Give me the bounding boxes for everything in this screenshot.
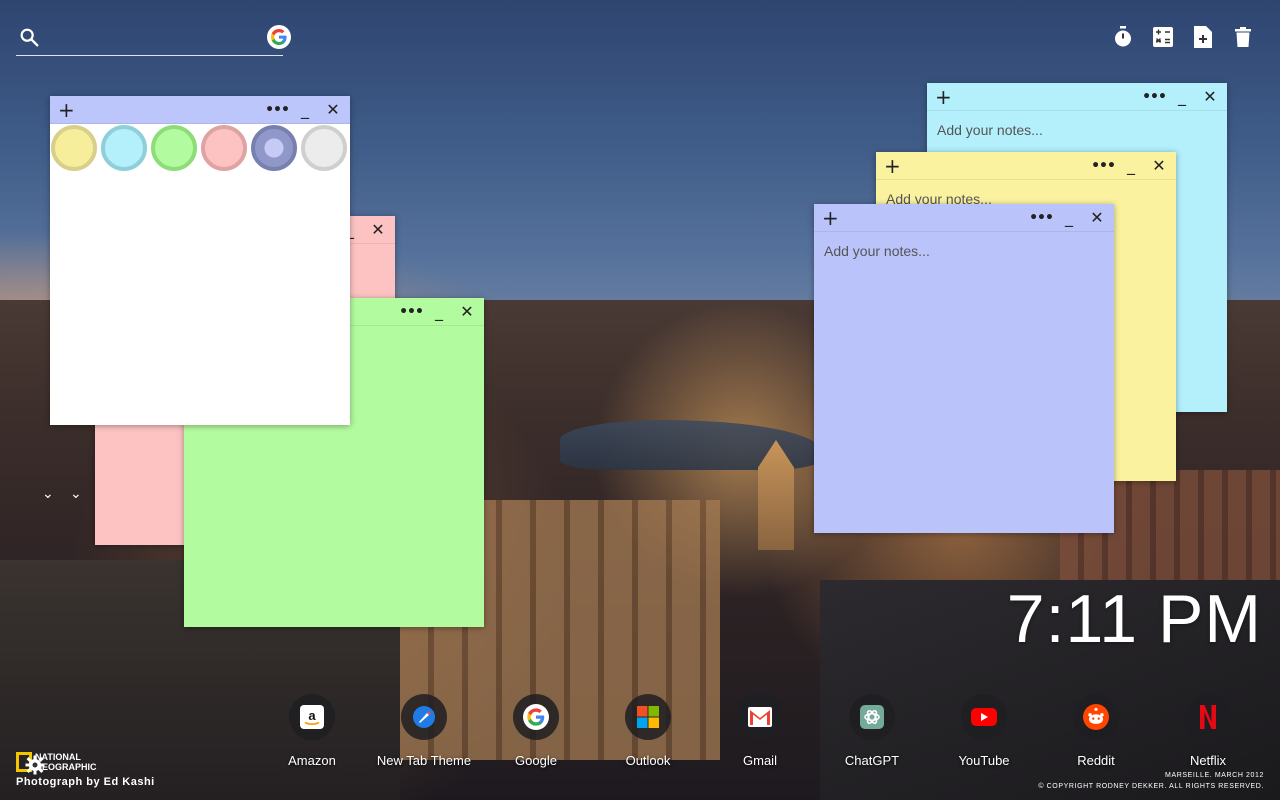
svg-text:a: a	[308, 708, 316, 723]
note-menu-button[interactable]: •••	[399, 302, 424, 322]
shortcut-label: YouTube	[958, 753, 1010, 768]
minimize-button[interactable]: _	[428, 302, 450, 322]
photo-location: MARSEILLE. MARCH 2012 © COPYRIGHT RODNEY…	[1038, 770, 1264, 792]
clock: 7:11 PM	[1006, 581, 1262, 657]
color-swatch-green[interactable]	[151, 125, 197, 171]
sticky-note-white[interactable]: + ••• _ ✕	[50, 96, 350, 425]
shortcut-label: Reddit	[1077, 753, 1115, 768]
timer-icon[interactable]	[1112, 25, 1134, 49]
settings-gear-icon[interactable]	[25, 755, 45, 775]
shortcut-label: Google	[515, 753, 557, 768]
shortcut-chatgpt[interactable]: ChatGPT	[816, 694, 928, 768]
add-note-button[interactable]: +	[884, 156, 901, 176]
copyright-text: © COPYRIGHT RODNEY DEKKER. ALL RIGHTS RE…	[1038, 783, 1264, 790]
google-icon	[513, 694, 559, 740]
search-icon[interactable]	[18, 26, 40, 48]
shortcut-outlook[interactable]: Outlook	[592, 694, 704, 768]
shortcut-gmail[interactable]: Gmail	[704, 694, 816, 768]
add-note-button[interactable]: +	[935, 87, 952, 107]
close-button[interactable]: ✕	[1199, 87, 1221, 107]
close-button[interactable]: ✕	[367, 220, 389, 240]
search-input[interactable]	[52, 24, 242, 50]
shortcut-google[interactable]: Google	[480, 694, 592, 768]
close-button[interactable]: ✕	[1086, 208, 1108, 228]
add-note-button[interactable]: +	[58, 100, 75, 120]
note-titlebar[interactable]: + ••• _ ✕	[50, 96, 350, 124]
reddit-icon	[1073, 694, 1119, 740]
shortcut-label: New Tab Theme	[376, 753, 472, 768]
color-swatch-yellow[interactable]	[51, 125, 97, 171]
new-note-icon[interactable]	[1192, 25, 1214, 49]
chevron-down-icon: ⌄	[70, 486, 82, 502]
close-button[interactable]: ✕	[322, 100, 344, 120]
shortcut-label: Gmail	[743, 753, 777, 768]
shortcut-reddit[interactable]: Reddit	[1040, 694, 1152, 768]
search-bar	[16, 20, 291, 56]
shortcut-label: Amazon	[288, 753, 336, 768]
shortcut-bar: a Amazon New Tab Theme Google Outlook Gm	[256, 694, 1264, 768]
gmail-icon	[737, 694, 783, 740]
new-tab-theme-icon	[401, 694, 447, 740]
note-menu-button[interactable]: •••	[1091, 156, 1116, 176]
color-swatch-cyan[interactable]	[101, 125, 147, 171]
color-swatch-gray[interactable]	[301, 125, 347, 171]
netflix-icon	[1185, 694, 1231, 740]
color-swatch-pink[interactable]	[201, 125, 247, 171]
youtube-icon	[961, 694, 1007, 740]
close-button[interactable]: ✕	[1148, 156, 1170, 176]
note-menu-button[interactable]: •••	[1142, 87, 1167, 107]
note-titlebar[interactable]: + ••• _ ✕	[927, 83, 1227, 111]
shortcut-amazon[interactable]: a Amazon	[256, 694, 368, 768]
trash-icon[interactable]	[1232, 25, 1254, 49]
shortcut-label: Netflix	[1189, 753, 1227, 768]
shortcut-label: Outlook	[625, 753, 671, 768]
google-icon[interactable]	[267, 25, 291, 49]
note-textarea[interactable]	[814, 233, 1114, 533]
shortcut-netflix[interactable]: Netflix	[1152, 694, 1264, 768]
minimize-button[interactable]: _	[1058, 208, 1080, 228]
amazon-icon: a	[289, 694, 335, 740]
add-note-button[interactable]: +	[822, 208, 839, 228]
shortcut-new-tab-theme[interactable]: New Tab Theme	[368, 694, 480, 768]
color-palette	[50, 125, 348, 171]
outlook-icon	[625, 694, 671, 740]
sticky-note-blue[interactable]: + ••• _ ✕	[814, 204, 1114, 533]
top-toolbar	[1112, 25, 1254, 49]
note-titlebar[interactable]: + ••• _ ✕	[876, 152, 1176, 180]
chevron-down-icon: ⌄	[42, 486, 54, 502]
shortcut-label: ChatGPT	[844, 753, 900, 768]
chatgpt-icon	[849, 694, 895, 740]
note-titlebar[interactable]: + ••• _ ✕	[814, 204, 1114, 232]
minimize-button[interactable]: _	[1120, 156, 1142, 176]
minimize-button[interactable]: _	[294, 100, 316, 120]
close-button[interactable]: ✕	[456, 302, 478, 322]
minimize-button[interactable]: _	[1171, 87, 1193, 107]
color-swatch-blue-selected[interactable]	[251, 125, 297, 171]
note-menu-button[interactable]: •••	[1029, 208, 1054, 228]
photo-credit[interactable]: Photograph by Ed Kashi	[16, 776, 155, 788]
calculator-icon[interactable]	[1152, 25, 1174, 49]
shortcut-youtube[interactable]: YouTube	[928, 694, 1040, 768]
note-menu-button[interactable]: •••	[265, 100, 290, 120]
location-text: MARSEILLE. MARCH 2012	[1165, 772, 1264, 779]
